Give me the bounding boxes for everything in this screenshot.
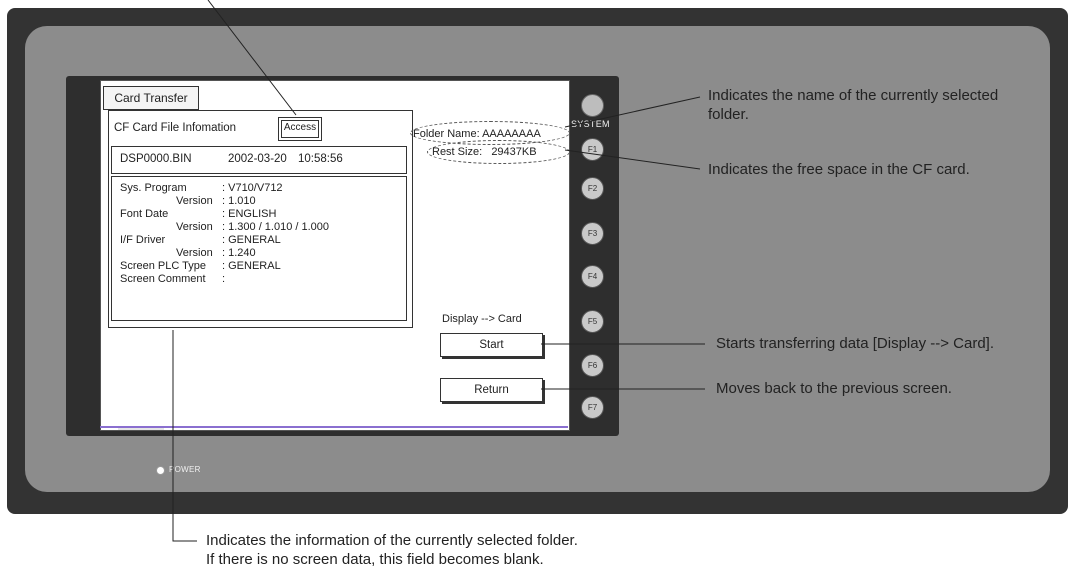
callout-start: Starts transferring data [Display --> Ca… (716, 335, 995, 352)
leader-free-space (564, 149, 701, 170)
callout-free-space: Indicates the free space in the CF card. (708, 161, 970, 178)
callout-folder-name-2: folder. (708, 106, 749, 123)
callout-return: Moves back to the previous screen. (716, 380, 952, 397)
callout-info-2: If there is no screen data, this field b… (206, 551, 544, 568)
callout-folder-name-1: Indicates the name of the currently sele… (708, 87, 999, 104)
callout-info-1: Indicates the information of the current… (206, 532, 578, 549)
leader-access (207, 0, 297, 116)
leader-folder-name (564, 96, 701, 128)
leader-info (172, 330, 197, 542)
